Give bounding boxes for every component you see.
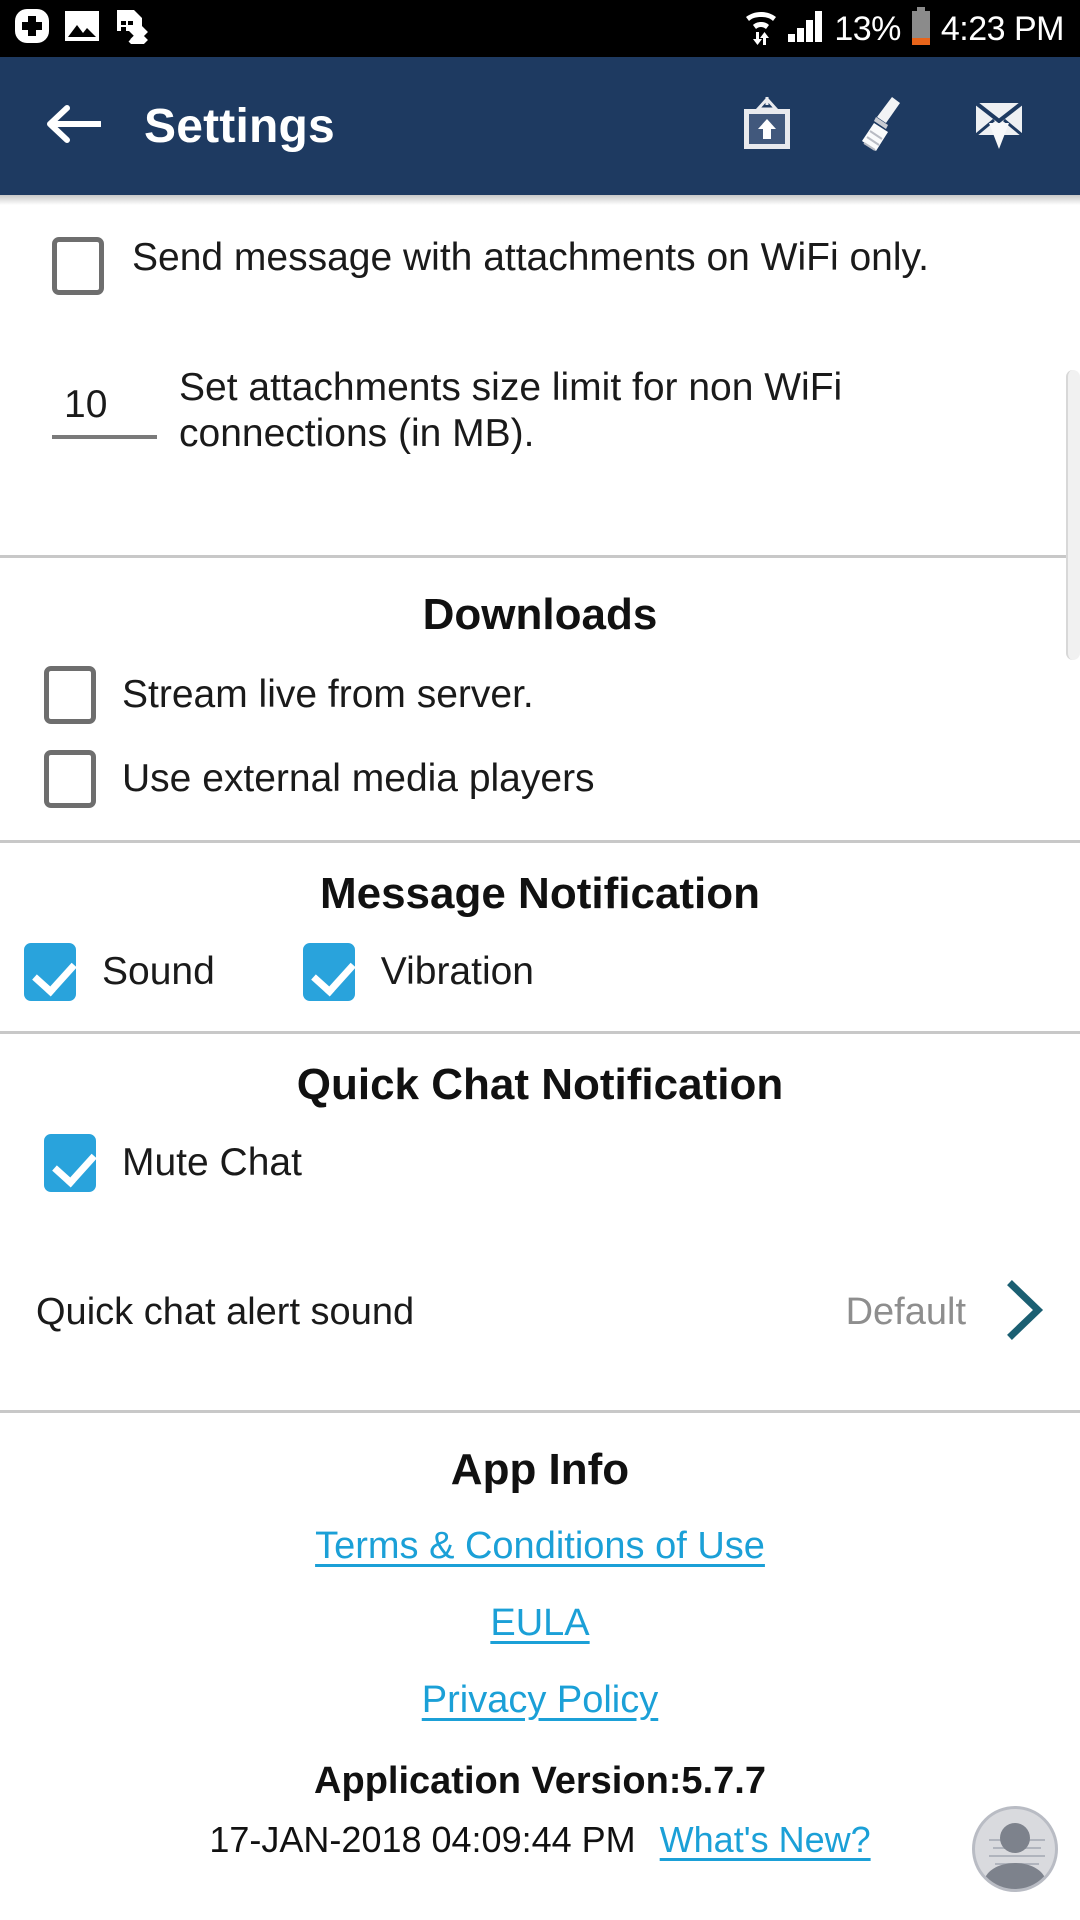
back-button[interactable] (38, 91, 108, 161)
back-arrow-icon (45, 104, 103, 149)
label-stream-live: Stream live from server. (122, 673, 534, 717)
medical-cross-icon (14, 8, 50, 49)
checkbox-external-players[interactable] (44, 750, 96, 809)
fetch-mail-icon (970, 93, 1028, 160)
sim-card-error-icon (114, 8, 148, 49)
value-alert-sound: Default (845, 1290, 966, 1333)
setting-row-external-players[interactable]: Use external media players (0, 750, 1080, 840)
label-vibration: Vibration (380, 950, 535, 994)
section-title-quick-chat: Quick Chat Notification (296, 1060, 784, 1110)
settings-content: Send message with attachments on WiFi on… (0, 195, 1080, 1862)
setting-row-wifi-only[interactable]: Send message with attachments on WiFi on… (0, 205, 1080, 295)
image-icon (64, 10, 100, 47)
battery-percent-label: 13% (834, 9, 901, 48)
setting-row-mute-chat[interactable]: Mute Chat (0, 1134, 1080, 1193)
status-bar: 13% 4:23 PM (0, 0, 1080, 57)
checkbox-wifi-only[interactable] (52, 237, 104, 295)
app-bar-actions (736, 95, 1052, 157)
link-row-terms: Terms & Conditions of Use (0, 1525, 1080, 1602)
checkbox-vibration[interactable] (302, 943, 355, 1002)
alert-sound-value-group: Default (846, 1279, 1048, 1346)
link-row-eula: EULA (0, 1602, 1080, 1679)
label-sound: Sound (102, 950, 215, 994)
build-date-label: 17-JAN-2018 04:09:44 PM (209, 1819, 636, 1861)
checkbox-sound[interactable] (24, 943, 76, 1002)
label-alert-sound: Quick chat alert sound (36, 1290, 415, 1333)
fetch-mail-button[interactable] (968, 95, 1030, 157)
battery-low-icon (910, 7, 932, 50)
broom-clean-icon (854, 93, 912, 160)
status-bar-right-icons: 13% 4:23 PM (744, 6, 1065, 51)
label-size-limit: Set attachments size limit for non WiFi … (179, 366, 843, 456)
checkbox-mute-chat[interactable] (44, 1134, 96, 1193)
cellular-signal-icon (787, 9, 825, 48)
setting-row-alert-sound[interactable]: Quick chat alert sound Default (0, 1264, 1080, 1360)
page-title: Settings (144, 99, 335, 153)
section-title-downloads: Downloads (422, 590, 658, 640)
scrollbar-thumb[interactable] (1066, 370, 1080, 660)
message-notification-options: Sound Vibration (0, 943, 1080, 1031)
upload-picture-icon (738, 93, 796, 160)
floating-assistant-bubble[interactable] (972, 1806, 1058, 1892)
link-whats-new[interactable]: What's New? (660, 1819, 871, 1861)
upload-picture-button[interactable] (736, 95, 798, 157)
wifi-transfer-icon (744, 6, 778, 51)
status-bar-left-icons (14, 8, 148, 49)
label-wifi-only: Send message with attachments on WiFi on… (132, 236, 929, 279)
clean-button[interactable] (852, 95, 914, 157)
chevron-right-icon[interactable] (1002, 1279, 1048, 1346)
label-external-players: Use external media players (122, 757, 595, 801)
section-title-message-notification: Message Notification (319, 869, 761, 919)
app-bar: Settings (0, 57, 1080, 195)
clock-label: 4:23 PM (940, 9, 1065, 48)
link-eula[interactable]: EULA (490, 1602, 589, 1645)
link-terms-conditions[interactable]: Terms & Conditions of Use (315, 1525, 765, 1568)
checkbox-stream-live[interactable] (44, 666, 96, 725)
setting-row-size-limit[interactable]: 10 Set attachments size limit for non Wi… (0, 295, 1080, 457)
link-privacy-policy[interactable]: Privacy Policy (422, 1679, 659, 1722)
section-title-app-info: App Info (450, 1445, 630, 1495)
app-version-label: Application Version:5.7.7 (314, 1760, 766, 1803)
link-row-privacy: Privacy Policy (0, 1679, 1080, 1760)
label-mute-chat: Mute Chat (122, 1141, 302, 1185)
build-date-row: 17-JAN-2018 04:09:44 PM What's New? (0, 1819, 1080, 1861)
appbar-shadow (0, 195, 1080, 205)
size-limit-input[interactable]: 10 (52, 383, 157, 440)
setting-row-stream-live[interactable]: Stream live from server. (0, 666, 1080, 750)
bubble-avatar-head (1000, 1823, 1030, 1853)
